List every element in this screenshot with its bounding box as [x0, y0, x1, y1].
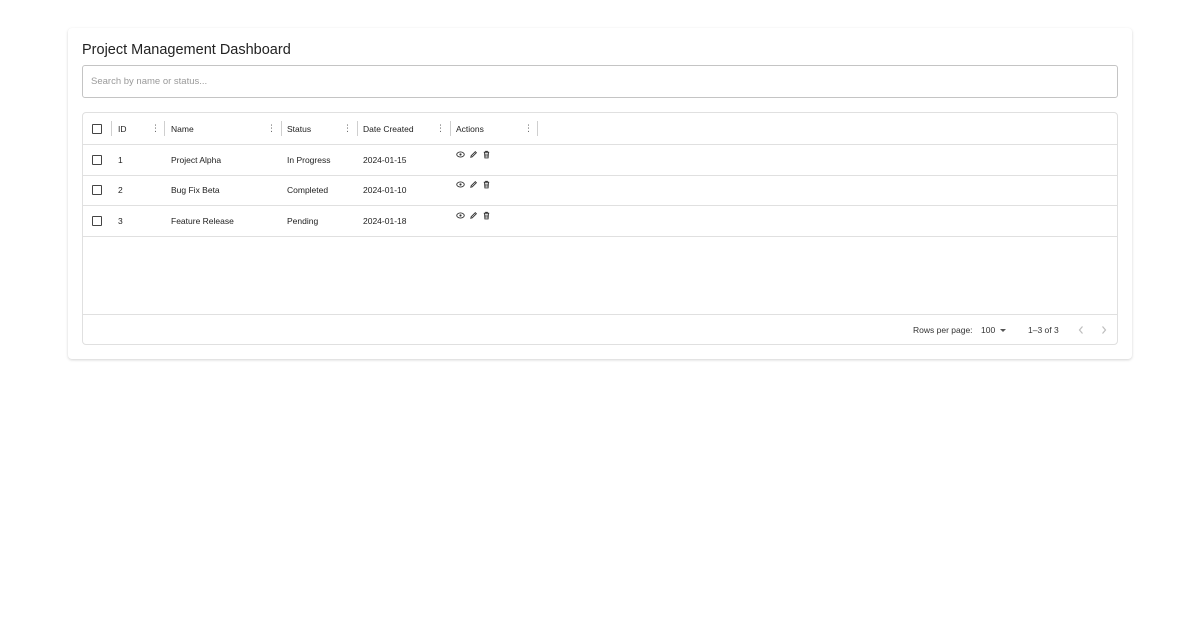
column-menu-icon[interactable]: ⋮ — [151, 113, 160, 144]
pencil-icon[interactable] — [469, 180, 478, 189]
column-menu-icon[interactable]: ⋮ — [267, 113, 276, 144]
column-separator[interactable] — [357, 121, 358, 136]
row-checkbox[interactable] — [92, 216, 102, 226]
column-header-actions: Actions — [456, 123, 484, 134]
eye-icon[interactable] — [456, 150, 465, 159]
row-checkbox[interactable] — [92, 155, 102, 165]
column-menu-icon[interactable]: ⋮ — [524, 113, 533, 144]
grid-header: ID ⋮ Name ⋮ Status ⋮ Date Created ⋮ Acti… — [83, 113, 1117, 145]
cell-name: Bug Fix Beta — [171, 185, 220, 195]
caret-down-icon — [1000, 328, 1007, 332]
cell-date: 2024-01-10 — [363, 185, 407, 195]
header-select-cell — [92, 113, 103, 144]
data-grid: ID ⋮ Name ⋮ Status ⋮ Date Created ⋮ Acti… — [82, 112, 1118, 345]
select-all-checkbox[interactable] — [92, 123, 102, 134]
column-separator[interactable] — [450, 121, 451, 136]
row-select-cell — [92, 175, 103, 205]
eye-icon[interactable] — [456, 180, 465, 189]
trash-icon[interactable] — [482, 180, 491, 189]
pencil-icon[interactable] — [469, 211, 478, 220]
cell-id: 1 — [118, 155, 123, 165]
row-actions — [456, 206, 491, 220]
previous-page-button[interactable] — [1077, 315, 1085, 344]
column-menu-icon[interactable]: ⋮ — [436, 113, 445, 144]
trash-icon[interactable] — [482, 211, 491, 220]
dashboard-card: Project Management Dashboard ID ⋮ Name ⋮… — [68, 28, 1132, 359]
cell-date: 2024-01-18 — [363, 216, 407, 226]
cell-id: 2 — [118, 185, 123, 195]
table-row[interactable]: 1 Project Alpha In Progress 2024-01-15 — [83, 145, 1117, 176]
cell-status: In Progress — [287, 155, 331, 165]
column-separator[interactable] — [164, 121, 165, 136]
column-menu-icon[interactable]: ⋮ — [343, 113, 352, 144]
column-separator[interactable] — [537, 121, 538, 136]
page-title: Project Management Dashboard — [82, 42, 291, 58]
chevron-right-icon — [1102, 326, 1107, 334]
column-header-status[interactable]: Status — [287, 113, 311, 144]
cell-status: Completed — [287, 185, 329, 195]
column-header-date[interactable]: Date Created — [363, 113, 414, 144]
row-actions — [456, 145, 491, 159]
row-select-cell — [92, 206, 103, 236]
next-page-button[interactable] — [1100, 315, 1108, 344]
rows-per-page-value: 100 — [981, 325, 996, 335]
rows-per-page-select[interactable]: 100 — [981, 315, 1007, 344]
rows-per-page-label: Rows per page: — [913, 325, 973, 335]
cell-name: Project Alpha — [171, 155, 222, 165]
cell-id: 3 — [118, 216, 123, 226]
pagination-info: 1–3 of 3 — [1028, 325, 1059, 335]
row-actions — [456, 175, 491, 189]
search-input[interactable] — [82, 65, 1118, 98]
trash-icon[interactable] — [482, 150, 491, 159]
row-checkbox[interactable] — [92, 185, 102, 195]
cell-status: Pending — [287, 216, 319, 226]
chevron-left-icon — [1078, 326, 1083, 334]
column-header-name[interactable]: Name — [171, 113, 194, 144]
column-separator[interactable] — [111, 121, 112, 136]
cell-name: Feature Release — [171, 216, 234, 226]
row-select-cell — [92, 145, 103, 175]
eye-icon[interactable] — [456, 211, 465, 220]
table-row[interactable]: 2 Bug Fix Beta Completed 2024-01-10 — [83, 175, 1117, 206]
column-header-id[interactable]: ID — [118, 113, 127, 144]
cell-date: 2024-01-15 — [363, 155, 407, 165]
grid-footer: Rows per page: 100 1–3 of 3 — [83, 314, 1117, 344]
table-row[interactable]: 3 Feature Release Pending 2024-01-18 — [83, 206, 1117, 237]
pencil-icon[interactable] — [469, 150, 478, 159]
column-separator[interactable] — [281, 121, 282, 136]
